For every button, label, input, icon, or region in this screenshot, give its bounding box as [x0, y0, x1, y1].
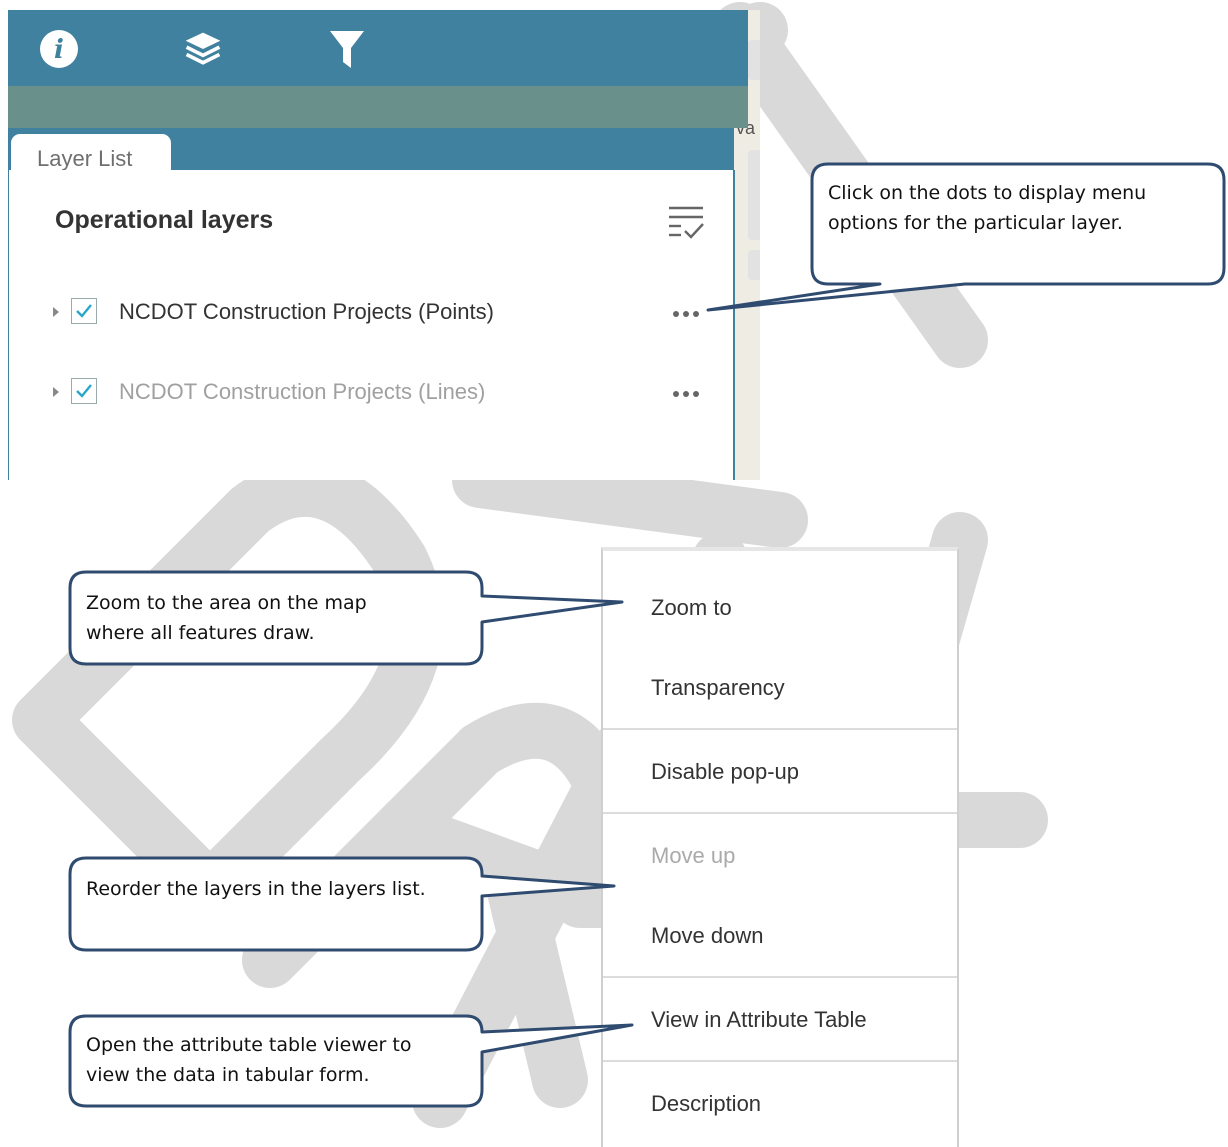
layer-list-content: Operational layers NCDOT Construction Pr… [8, 170, 735, 480]
callout-line: where all features draw. [86, 622, 315, 644]
menu-item-move-up[interactable]: Move up [651, 843, 735, 869]
callout-line: view the data in tabular form. [86, 1064, 370, 1086]
callout-attribute-text: Open the attribute table viewer to view … [86, 1030, 411, 1090]
layer-row-points: NCDOT Construction Projects (Points) [53, 298, 713, 328]
layer-row-lines: NCDOT Construction Projects (Lines) [53, 378, 713, 408]
operational-layers-heading: Operational layers [55, 206, 274, 234]
menu-item-transparency[interactable]: Transparency [651, 675, 785, 701]
callout-zoom-text: Zoom to the area on the map where all fe… [86, 588, 367, 648]
layers-icon[interactable] [182, 28, 224, 70]
menu-divider [603, 1060, 957, 1062]
callout-line: Reorder the layers in the layers list. [86, 878, 426, 900]
menu-divider [603, 728, 957, 730]
expand-arrow-icon[interactable] [53, 387, 59, 397]
layer-context-menu: Zoom to Transparency Disable pop-up Move… [601, 547, 959, 1147]
menu-item-disable-popup[interactable]: Disable pop-up [651, 759, 799, 785]
tab-label: Layer List [37, 146, 133, 171]
menu-divider [603, 976, 957, 978]
callout-reorder-text: Reorder the layers in the layers list. [86, 874, 426, 904]
expand-arrow-icon[interactable] [53, 307, 59, 317]
callout-line: Click on the dots to display menu [828, 182, 1147, 204]
layer-list-panel: va i Layer List Operational layers NCDOT… [8, 10, 760, 480]
callout-line: options for the particular layer. [828, 212, 1123, 234]
panel-header-band [8, 86, 748, 128]
menu-divider [603, 812, 957, 814]
layer-options-icon[interactable] [667, 202, 705, 247]
layer-name[interactable]: NCDOT Construction Projects (Lines) [119, 379, 485, 405]
widget-toolbar: i [8, 10, 748, 86]
layer-visibility-checkbox[interactable] [71, 298, 97, 324]
menu-item-view-attribute-table[interactable]: View in Attribute Table [651, 1007, 867, 1033]
more-dots-icon[interactable] [665, 302, 705, 322]
layer-name[interactable]: NCDOT Construction Projects (Points) [119, 299, 494, 325]
menu-item-description[interactable]: Description [651, 1091, 761, 1117]
callout-line: Open the attribute table viewer to [86, 1034, 412, 1056]
callout-dots-text: Click on the dots to display menu option… [828, 178, 1146, 238]
menu-item-zoom-to[interactable]: Zoom to [651, 595, 732, 621]
menu-item-move-down[interactable]: Move down [651, 923, 764, 949]
layer-visibility-checkbox[interactable] [71, 378, 97, 404]
callout-line: Zoom to the area on the map [86, 592, 367, 614]
svg-text:i: i [54, 35, 64, 65]
filter-icon[interactable] [326, 28, 368, 70]
more-dots-icon[interactable] [665, 382, 705, 402]
info-icon[interactable]: i [38, 28, 80, 70]
